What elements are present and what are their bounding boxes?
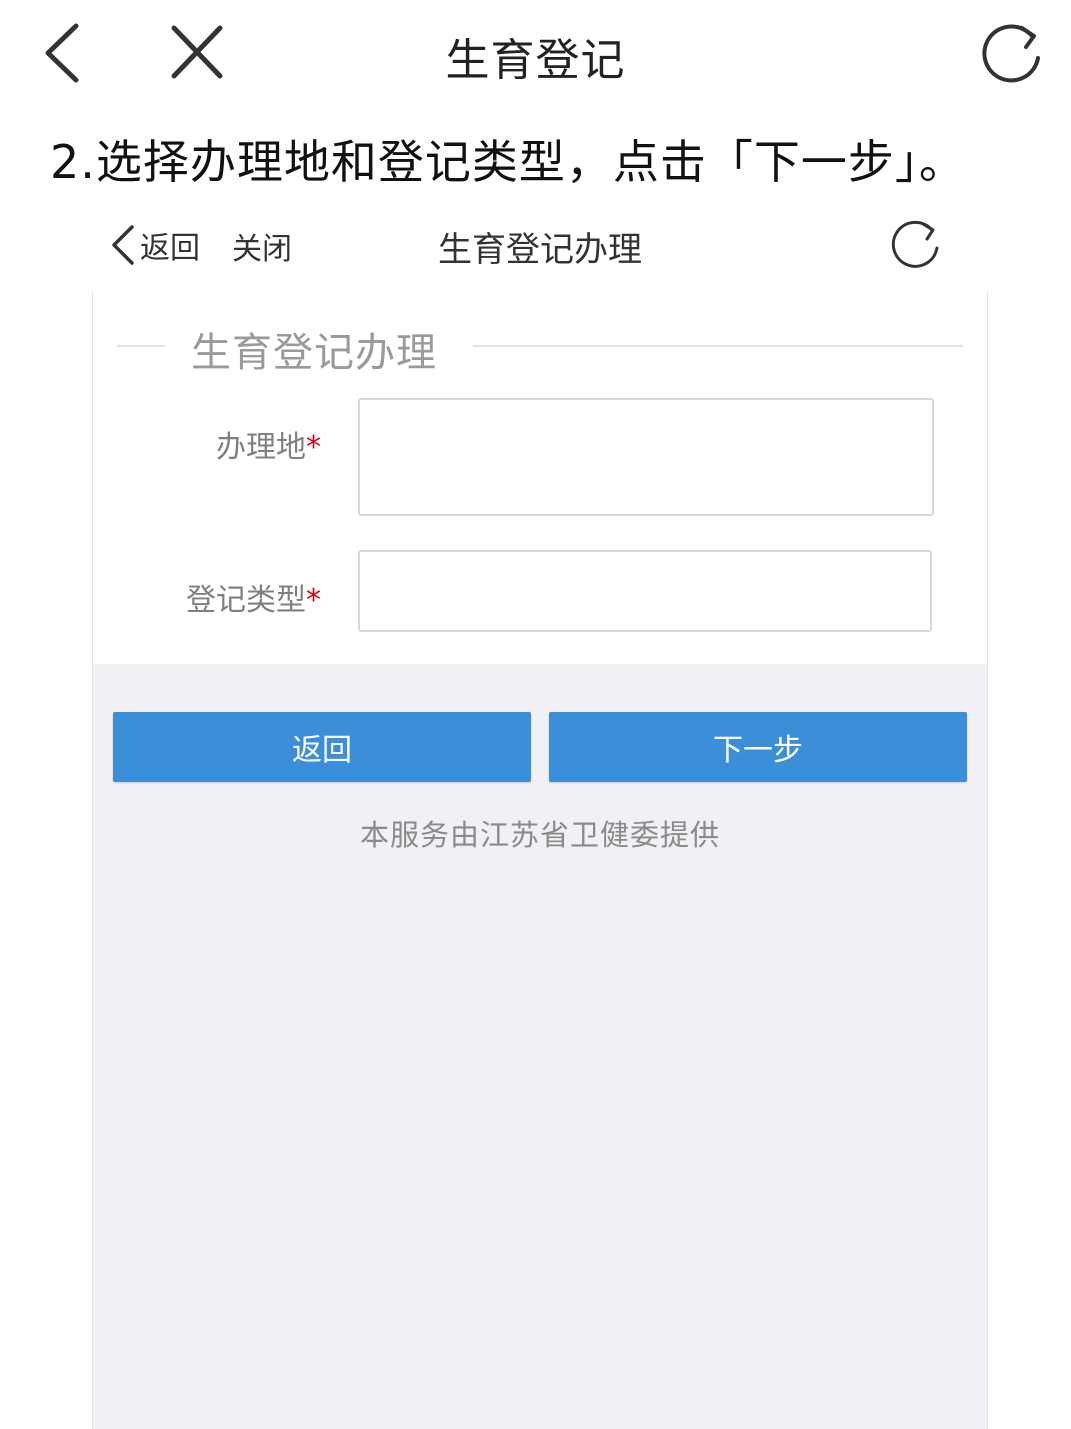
legend-divider bbox=[117, 345, 165, 347]
legend-divider bbox=[473, 345, 963, 347]
location-select[interactable] bbox=[358, 398, 934, 516]
app-header: 生育登记 bbox=[0, 0, 1071, 110]
location-label-text: 办理地 bbox=[216, 430, 306, 465]
next-step-button[interactable]: 下一步 bbox=[549, 712, 967, 782]
page-title: 生育登记 bbox=[445, 35, 626, 86]
inner-header: 返回 关闭 生育登记办理 bbox=[92, 200, 988, 292]
instruction-text: 2.选择办理地和登记类型，点击「下一步」。 bbox=[50, 135, 966, 189]
service-provider-note: 本服务由江苏省卫健委提供 bbox=[359, 818, 720, 852]
back-button[interactable]: 返回 bbox=[113, 712, 531, 782]
registration-type-label: 登记类型* bbox=[101, 575, 321, 619]
inner-title: 生育登记办理 bbox=[438, 230, 642, 270]
registration-type-label-text: 登记类型 bbox=[186, 583, 306, 618]
embedded-screen: 返回 关闭 生育登记办理 生育登记办理 办理地* 登记类型* 返回 下一步 本服… bbox=[92, 200, 988, 1429]
registration-type-select[interactable] bbox=[358, 550, 932, 632]
refresh-icon[interactable] bbox=[980, 20, 1046, 86]
form-legend: 生育登记办理 bbox=[191, 330, 437, 376]
inner-refresh-icon[interactable] bbox=[888, 216, 944, 272]
location-field-label: 办理地* bbox=[101, 422, 321, 466]
required-mark: * bbox=[306, 430, 321, 465]
inner-body: 生育登记办理 办理地* 登记类型* 返回 下一步 本服务由江苏省卫健委提供 bbox=[92, 292, 988, 1429]
form-card: 生育登记办理 办理地* 登记类型* bbox=[93, 292, 987, 664]
required-mark: * bbox=[306, 583, 321, 618]
